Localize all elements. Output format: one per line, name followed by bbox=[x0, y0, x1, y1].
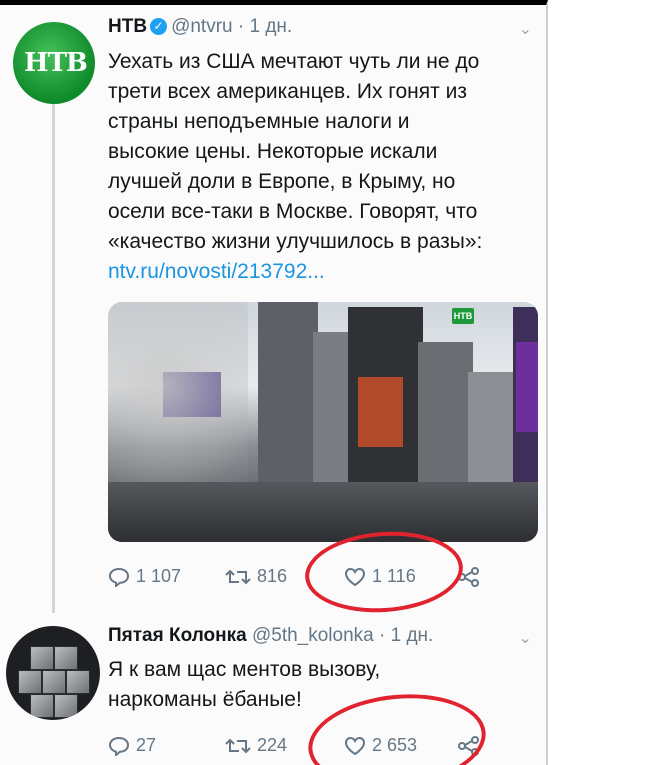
reply-button[interactable]: 27 bbox=[108, 735, 157, 757]
separator: · bbox=[232, 16, 250, 37]
retweet-button[interactable]: 816 bbox=[225, 566, 287, 587]
text-line: лучшей доли в Европе, в Крыму, но bbox=[108, 170, 456, 193]
text-line: Уехать из США мечтают чуть ли не до bbox=[108, 50, 480, 73]
cube-shape bbox=[66, 670, 90, 694]
reply-button[interactable]: 1 107 bbox=[108, 566, 182, 588]
street bbox=[108, 482, 538, 542]
chevron-down-icon[interactable]: ⌄ bbox=[519, 19, 532, 39]
ntv-watermark: НТВ bbox=[452, 308, 474, 324]
cube-shape bbox=[18, 670, 42, 694]
tweet-link[interactable]: ntv.ru/novosti/213792... bbox=[108, 257, 482, 287]
tweet-time[interactable]: 1 дн. bbox=[391, 625, 434, 646]
building bbox=[258, 302, 318, 502]
cube-shape bbox=[54, 646, 78, 670]
tweet2-header: Пятая Колонка @5th_kolonka · 1 дн. bbox=[108, 625, 433, 647]
reply-count: 27 bbox=[136, 735, 157, 755]
cube-shape bbox=[42, 670, 66, 694]
billboard bbox=[358, 377, 403, 447]
author-handle[interactable]: @ntvru bbox=[171, 16, 233, 37]
kolonka-avatar[interactable] bbox=[6, 626, 100, 720]
text-line: трети всех американцев. Их гонят из bbox=[108, 80, 467, 103]
author-handle[interactable]: @5th_kolonka bbox=[252, 625, 374, 646]
separator: · bbox=[373, 625, 391, 646]
text-line: «качество жизни улучшилось в разы»: bbox=[108, 230, 483, 253]
chevron-down-icon[interactable]: ⌄ bbox=[519, 628, 532, 648]
retweet-button[interactable]: 224 bbox=[225, 735, 287, 756]
text-line: страны неподъемные налоги и bbox=[108, 110, 410, 133]
text-line: Я к вам щас ментов вызову, bbox=[108, 658, 381, 681]
tweet1-text: Уехать из США мечтают чуть ли не до трет… bbox=[108, 47, 482, 287]
billboard bbox=[516, 342, 538, 432]
cube-shape bbox=[30, 694, 54, 718]
text-line: осели все-таки в Москве. Говорят, что bbox=[108, 200, 478, 223]
tweet-photo[interactable]: НТВ bbox=[108, 302, 538, 542]
retweet-count: 224 bbox=[257, 735, 288, 755]
tweet2-text: Я к вам щас ментов вызову, наркоманы ёба… bbox=[108, 655, 380, 715]
author-name[interactable]: НТВ bbox=[108, 16, 147, 37]
reply-count: 1 107 bbox=[136, 566, 182, 586]
retweet-icon bbox=[225, 738, 251, 754]
retweet-icon bbox=[225, 569, 251, 585]
reply-icon bbox=[108, 568, 130, 588]
reply-icon bbox=[108, 737, 130, 757]
author-name[interactable]: Пятая Колонка bbox=[108, 625, 247, 646]
thread-line bbox=[52, 101, 55, 613]
retweet-count: 816 bbox=[257, 566, 288, 586]
text-line: высокие цены. Некоторые искали bbox=[108, 140, 438, 163]
ntv-avatar[interactable]: НТВ bbox=[13, 22, 95, 104]
tweet1-header: НТВ ✓ @ntvru · 1 дн. bbox=[108, 16, 292, 38]
cube-shape bbox=[30, 646, 54, 670]
building bbox=[418, 342, 473, 502]
screenshot-frame: НТВ НТВ ✓ @ntvru · 1 дн. ⌄ Уехать из США м… bbox=[0, 0, 548, 765]
cube-shape bbox=[54, 694, 78, 718]
verified-icon: ✓ bbox=[150, 18, 168, 35]
tweet-time[interactable]: 1 дн. bbox=[249, 16, 292, 37]
ntv-logo: НТВ bbox=[24, 48, 88, 78]
